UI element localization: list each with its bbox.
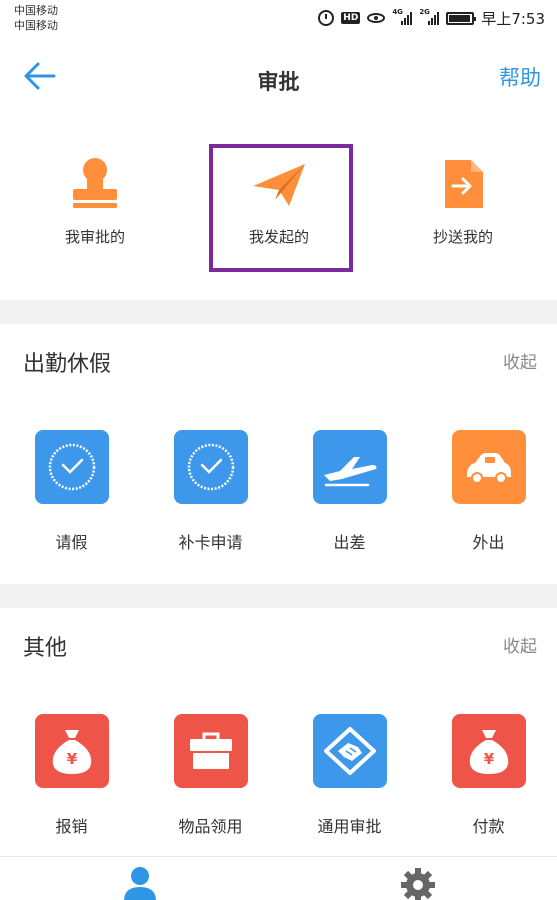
- grid-item-label: 请假: [55, 533, 88, 552]
- tile: [312, 430, 387, 504]
- money-bag-icon: ¥: [52, 730, 91, 774]
- clock-icon: [48, 443, 95, 491]
- approval-tabs: 我审批的 我发起的 抄送我的: [0, 116, 557, 300]
- network-label-1: 4G: [392, 8, 403, 16]
- grid-item-clock-correction[interactable]: 补卡申请: [141, 430, 280, 553]
- alarm-icon: [318, 10, 335, 26]
- tab-label: 我审批的: [64, 228, 125, 246]
- status-icons: HD 4G 2G 早上7:53: [318, 8, 545, 28]
- grid-item-reimbursement[interactable]: ¥ 报销: [2, 714, 141, 837]
- collapse-button[interactable]: 收起: [503, 632, 537, 657]
- carrier-label-2: 中国移动: [14, 19, 58, 32]
- section-other: 其他 收起 ¥ 报销 物品领用 通用审批 ¥ 付款: [0, 608, 557, 856]
- grid-item-label: 报销: [55, 817, 88, 836]
- tab-label: 抄送我的: [432, 228, 493, 246]
- clock-icon: [187, 443, 234, 491]
- section-divider: [0, 584, 557, 608]
- grid-item-business-trip[interactable]: 出差: [280, 430, 419, 553]
- tile: [312, 714, 387, 788]
- tile: [34, 430, 109, 504]
- grid-item-label: 补卡申请: [178, 533, 243, 552]
- carrier-label-1: 中国移动: [14, 4, 58, 17]
- grid-item-go-out[interactable]: 外出: [419, 430, 557, 553]
- battery-icon: [446, 11, 477, 25]
- car-icon: [466, 453, 511, 484]
- tile: ¥: [34, 714, 109, 788]
- tile: ¥: [451, 714, 526, 788]
- section-divider: [0, 300, 557, 324]
- svg-text:¥: ¥: [66, 750, 77, 768]
- tile: [173, 714, 248, 788]
- network-label-2: 2G: [419, 8, 430, 16]
- section-attendance: 出勤休假 收起 请假 补卡申请 出差 外出: [0, 324, 557, 584]
- money-bag-icon: ¥: [469, 730, 508, 774]
- page-title: 审批: [257, 70, 300, 94]
- toolbox-icon: [189, 732, 232, 769]
- signal-icon-2: 2G: [419, 8, 440, 25]
- svg-text:¥: ¥: [483, 750, 494, 768]
- status-time: 早上7:53: [481, 9, 545, 28]
- grid-item-label: 付款: [472, 817, 505, 836]
- airplane-icon: [323, 457, 376, 487]
- grid-item-label: 外出: [472, 533, 505, 552]
- tab-my-approvals[interactable]: 我审批的: [20, 146, 170, 256]
- app-header: 审批 帮助: [0, 38, 557, 116]
- grid-item-label: 出差: [333, 533, 366, 552]
- eye-icon: [367, 13, 386, 23]
- person-icon: [124, 867, 156, 900]
- file-export-icon: [445, 160, 483, 208]
- gear-icon: [401, 868, 435, 900]
- tab-approvals[interactable]: [120, 865, 160, 900]
- status-bar: 中国移动 中国移动 HD 4G 2G 早上7:53: [0, 0, 557, 38]
- bottom-tab-bar: [0, 856, 557, 900]
- help-button[interactable]: 帮助: [499, 62, 541, 92]
- grid-item-leave[interactable]: 请假: [2, 430, 141, 553]
- hd-icon: HD: [341, 12, 361, 24]
- tab-cc-to-me[interactable]: 抄送我的: [388, 146, 538, 256]
- stamp-icon: [73, 158, 117, 208]
- grid-item-payment[interactable]: ¥ 付款: [419, 714, 557, 837]
- collapse-button[interactable]: 收起: [503, 348, 537, 373]
- highlight-box: [209, 144, 353, 272]
- signal-icon-1: 4G: [392, 8, 413, 25]
- handshake-icon: [323, 727, 376, 775]
- section-title: 其他: [23, 636, 68, 661]
- grid-item-supplies[interactable]: 物品领用: [141, 714, 280, 837]
- grid-item-general-approval[interactable]: 通用审批: [280, 714, 419, 837]
- tile: [173, 430, 248, 504]
- grid-item-label: 通用审批: [317, 817, 382, 836]
- tile: [451, 430, 526, 504]
- grid-item-label: 物品领用: [178, 817, 243, 836]
- section-title: 出勤休假: [23, 352, 112, 377]
- tab-settings[interactable]: [398, 865, 438, 900]
